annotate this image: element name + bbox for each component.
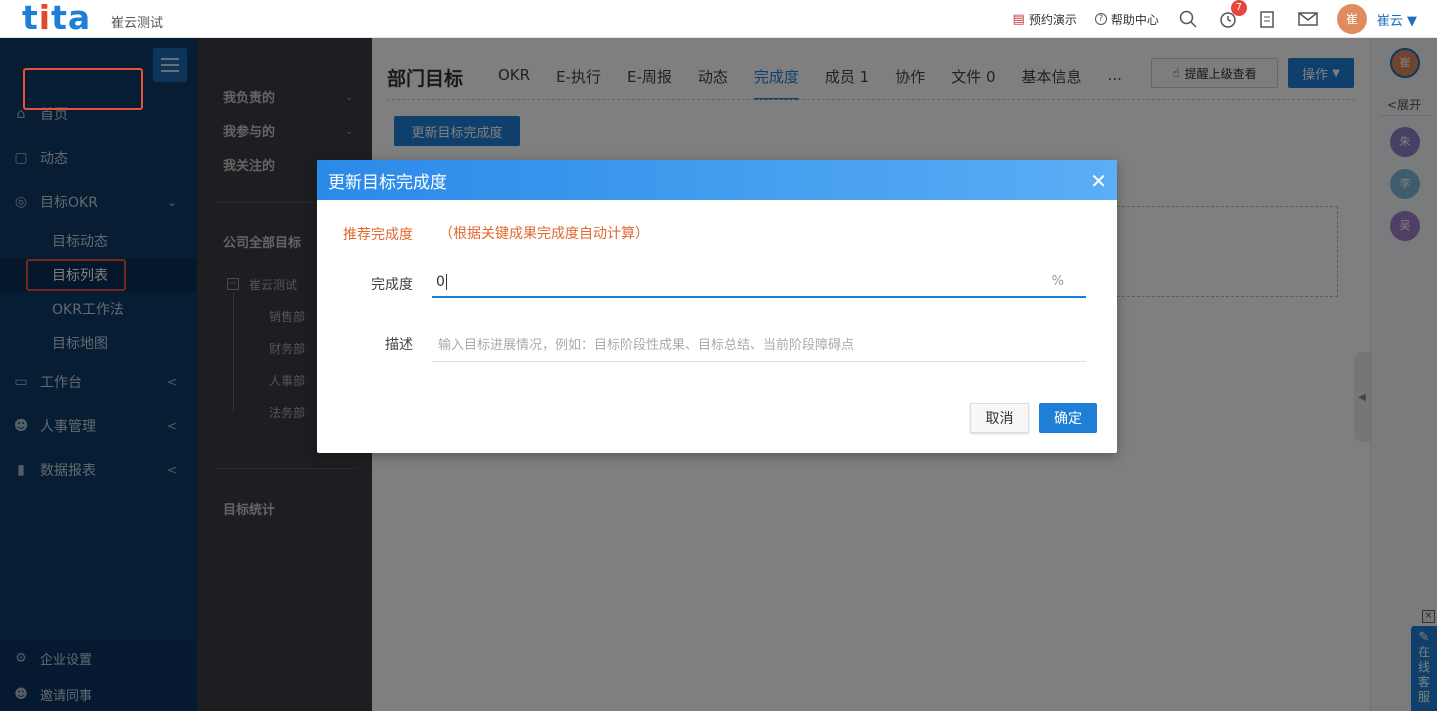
book-icon: ▤ [1012, 11, 1025, 27]
search-icon[interactable] [1177, 8, 1199, 30]
progress-input[interactable]: 0 % [432, 268, 1086, 298]
description-label: 描述 [385, 337, 413, 353]
percent-unit: % [1051, 274, 1064, 289]
mail-icon[interactable] [1297, 8, 1319, 30]
alarm-icon[interactable]: 7 [1217, 0, 1247, 30]
book-demo-link[interactable]: ▤ 预约演示 [1013, 11, 1077, 28]
tita-logo[interactable]: tita [22, 0, 91, 37]
company-name: 崔云测试 [111, 16, 164, 31]
notification-badge: 7 [1230, 0, 1247, 16]
recommended-label: 推荐完成度 [343, 227, 413, 243]
highlight-box [23, 68, 143, 110]
caret-down-icon: ▼ [1407, 13, 1417, 29]
dialog-title: 更新目标完成度 [328, 172, 447, 193]
top-header: tita 崔云测试 ▤ 预约演示 ? 帮助中心 7 崔 崔云 ▼ [0, 0, 1437, 38]
confirm-button[interactable]: 确定 [1039, 403, 1097, 433]
progress-label: 完成度 [371, 277, 413, 293]
close-icon[interactable]: ✕ [1090, 169, 1107, 193]
description-input[interactable]: 输入目标进展情况，例如：目标阶段性成果、目标总结、当前阶段障碍点 [432, 332, 1086, 362]
update-progress-dialog: 更新目标完成度 ✕ 推荐完成度 （根据关键成果完成度自动计算） 完成度 0 % … [317, 160, 1117, 453]
recommended-note: （根据关键成果完成度自动计算） [439, 226, 649, 242]
clipboard-icon[interactable] [1257, 8, 1279, 30]
help-icon: ? [1094, 13, 1107, 25]
help-center-link[interactable]: ? 帮助中心 [1094, 11, 1159, 28]
cancel-button[interactable]: 取消 [970, 403, 1029, 433]
dialog-header: 更新目标完成度 ✕ [317, 160, 1117, 200]
user-avatar[interactable]: 崔 [1336, 4, 1367, 34]
user-menu[interactable]: 崔云 ▼ [1377, 10, 1417, 29]
